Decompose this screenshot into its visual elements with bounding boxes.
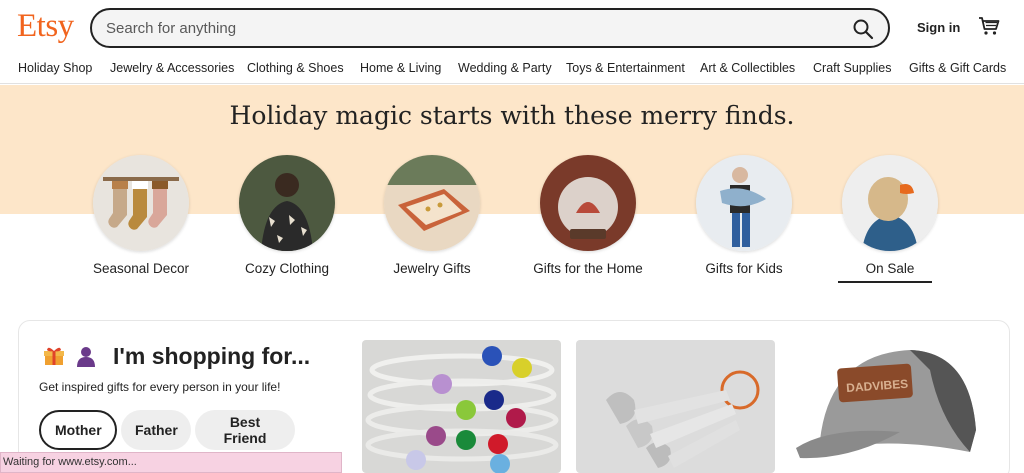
nav-wedding-party[interactable]: Wedding & Party bbox=[458, 61, 552, 75]
category-label: Gifts for the Home bbox=[533, 261, 643, 276]
nav-craft-supplies[interactable]: Craft Supplies bbox=[813, 61, 892, 75]
nav-toys-entertainment[interactable]: Toys & Entertainment bbox=[566, 61, 685, 75]
nav-home-living[interactable]: Home & Living bbox=[360, 61, 441, 75]
category-nav: Holiday Shop Jewelry & Accessories Cloth… bbox=[0, 58, 1024, 84]
person-icon bbox=[75, 345, 97, 372]
gifts-for-home-image bbox=[540, 155, 636, 251]
hero-title: Holiday magic starts with these merry fi… bbox=[229, 101, 795, 130]
gift-icon bbox=[43, 345, 65, 372]
product-image-rings[interactable] bbox=[362, 340, 561, 473]
nav-gifts-gift-cards[interactable]: Gifts & Gift Cards bbox=[909, 61, 1006, 75]
chip-mother[interactable]: Mother bbox=[39, 410, 117, 450]
category-gifts-for-kids[interactable]: Gifts for Kids bbox=[664, 155, 824, 278]
category-cozy-clothing[interactable]: Cozy Clothing bbox=[207, 155, 367, 278]
cart-icon[interactable] bbox=[978, 15, 1000, 37]
jewelry-gifts-image bbox=[384, 155, 480, 251]
category-on-sale[interactable]: On Sale bbox=[810, 155, 970, 283]
seasonal-decor-image bbox=[93, 155, 189, 251]
product-image-measuring-spoons[interactable] bbox=[576, 340, 775, 473]
category-label: On Sale bbox=[865, 261, 915, 276]
cozy-clothing-image bbox=[239, 155, 335, 251]
nav-clothing-shoes[interactable]: Clothing & Shoes bbox=[247, 61, 344, 75]
sign-in-link[interactable]: Sign in bbox=[917, 20, 960, 35]
chip-best-friend[interactable]: Best Friend bbox=[195, 410, 295, 450]
nav-art-collectibles[interactable]: Art & Collectibles bbox=[700, 61, 795, 75]
shopping-title: I'm shopping for... bbox=[113, 343, 311, 369]
etsy-logo[interactable]: Etsy bbox=[17, 8, 74, 45]
category-gifts-for-the-home[interactable]: Gifts for the Home bbox=[508, 155, 668, 278]
product-image-cap[interactable]: DADVIBES bbox=[790, 340, 989, 473]
chip-father[interactable]: Father bbox=[121, 410, 191, 450]
search-input[interactable] bbox=[106, 18, 806, 38]
nav-holiday-shop[interactable]: Holiday Shop bbox=[18, 61, 92, 75]
category-label: Jewelry Gifts bbox=[393, 261, 471, 276]
gifts-for-kids-image bbox=[696, 155, 792, 251]
category-label: Gifts for Kids bbox=[705, 261, 783, 276]
category-label: Seasonal Decor bbox=[92, 261, 190, 276]
category-label: Cozy Clothing bbox=[244, 261, 330, 276]
search-icon[interactable] bbox=[852, 18, 874, 40]
browser-status-bar: Waiting for www.etsy.com... bbox=[0, 452, 342, 473]
nav-jewelry-accessories[interactable]: Jewelry & Accessories bbox=[110, 61, 234, 75]
active-category-underline bbox=[838, 281, 932, 283]
shopping-subtitle: Get inspired gifts for every person in y… bbox=[39, 380, 281, 394]
category-seasonal-decor[interactable]: Seasonal Decor bbox=[61, 155, 221, 278]
on-sale-image bbox=[842, 155, 938, 251]
category-jewelry-gifts[interactable]: Jewelry Gifts bbox=[352, 155, 512, 278]
header: Etsy Sign in bbox=[0, 0, 1024, 56]
search-bar bbox=[90, 8, 890, 48]
